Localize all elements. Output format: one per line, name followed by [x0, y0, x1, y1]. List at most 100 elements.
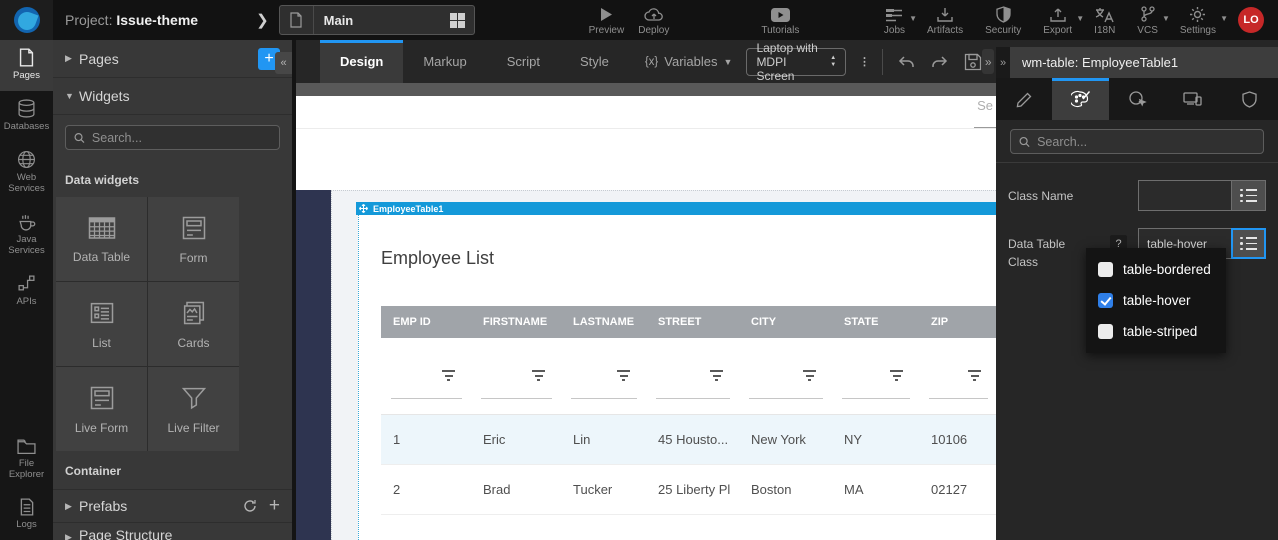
prefabs-section-header[interactable]: ▶ Prefabs + — [53, 489, 292, 523]
selected-widget-label[interactable]: EmployeeTable1 — [356, 202, 996, 215]
column-filter[interactable] — [381, 338, 471, 414]
tab-script[interactable]: Script — [487, 40, 560, 83]
column-filter[interactable] — [739, 338, 832, 414]
filter-input[interactable] — [656, 398, 730, 399]
column-header[interactable]: ZIP — [919, 306, 996, 338]
rail-label: Logs — [16, 520, 37, 531]
widget-tile-live-form[interactable]: Live Form — [56, 367, 147, 451]
move-icon — [359, 204, 368, 213]
save-button[interactable] — [964, 53, 982, 71]
filter-input[interactable] — [391, 398, 462, 399]
rail-item-pages[interactable]: Pages — [0, 40, 53, 91]
column-filter[interactable] — [646, 338, 739, 414]
page-tab-main[interactable]: Main — [279, 5, 475, 35]
widget-tile-label: Data Table — [73, 250, 130, 264]
checkbox[interactable] — [1098, 293, 1113, 308]
rail-item-logs[interactable]: Logs — [0, 490, 53, 540]
column-header[interactable]: CITY — [739, 306, 832, 338]
jobs-menu[interactable]: Jobs ▼ — [884, 5, 905, 36]
rail-item-java-services[interactable]: Java Services — [0, 204, 53, 266]
table-row[interactable]: 2 Brad Tucker 25 Liberty Pl Boston MA 02… — [381, 464, 996, 514]
tab-style[interactable]: Style — [560, 40, 629, 83]
i18n-menu[interactable]: I18N — [1094, 5, 1115, 36]
properties-search-box[interactable] — [1010, 129, 1264, 154]
settings-menu[interactable]: Settings ▼ — [1180, 5, 1216, 36]
tab-devices[interactable] — [1165, 78, 1221, 120]
add-prefab-icon[interactable]: + — [269, 495, 280, 517]
class-name-input[interactable] — [1138, 180, 1231, 211]
expand-right-panel-button[interactable]: » — [982, 49, 994, 74]
tab-security[interactable] — [1222, 78, 1278, 120]
rail-label: APIs — [16, 297, 36, 308]
redo-button[interactable] — [930, 54, 950, 70]
rail-item-apis[interactable]: APIs — [0, 266, 53, 317]
export-menu[interactable]: Export ▼ — [1043, 5, 1072, 36]
class-name-list-button[interactable] — [1231, 180, 1266, 211]
pages-section-header[interactable]: ▶ Pages + — [53, 40, 292, 78]
widget-tile-live-filter[interactable]: Live Filter — [148, 367, 239, 451]
column-header[interactable]: FIRSTNAME — [471, 306, 561, 338]
vcs-menu[interactable]: VCS ▼ — [1137, 5, 1158, 36]
filter-input[interactable] — [749, 398, 823, 399]
option-table-hover[interactable]: table-hover — [1086, 285, 1226, 316]
page-structure-section-header[interactable]: ▶ Page Structure — [53, 523, 292, 540]
preview-button[interactable]: Preview — [589, 5, 625, 36]
panel-expand-icon[interactable]: » — [996, 47, 1010, 78]
checkbox[interactable] — [1098, 262, 1113, 277]
deploy-button[interactable]: Deploy — [638, 5, 669, 36]
more-options-icon[interactable]: ⁝ — [862, 53, 867, 71]
tab-design[interactable]: Design — [320, 40, 403, 83]
variables-menu[interactable]: {x} Variables ▼ — [645, 40, 733, 83]
tab-properties[interactable] — [996, 78, 1052, 120]
filter-input[interactable] — [571, 398, 637, 399]
option-table-bordered[interactable]: table-bordered — [1086, 254, 1226, 285]
widget-tile-label: Live Form — [75, 421, 128, 435]
widgets-section-label: Widgets — [79, 88, 130, 104]
column-filter[interactable] — [919, 338, 996, 414]
column-header[interactable]: LASTNAME — [561, 306, 646, 338]
column-filter[interactable] — [561, 338, 646, 414]
tab-markup[interactable]: Markup — [403, 40, 486, 83]
widget-search-input[interactable] — [92, 131, 271, 145]
tab-styles[interactable] — [1052, 78, 1108, 120]
column-filter[interactable] — [832, 338, 919, 414]
properties-search-input[interactable] — [1037, 135, 1255, 149]
device-selector[interactable]: Laptop with MDPI Screen ▲▼ — [746, 48, 846, 76]
breadcrumb-chevron-icon[interactable]: ❯ — [256, 11, 269, 29]
filter-input[interactable] — [842, 398, 910, 399]
option-table-striped[interactable]: table-striped — [1086, 316, 1226, 347]
column-header[interactable]: STATE — [832, 306, 919, 338]
column-header[interactable]: STREET — [646, 306, 739, 338]
refresh-icon[interactable] — [243, 499, 257, 513]
user-avatar[interactable]: LO — [1238, 7, 1264, 33]
widget-tile-data-table[interactable]: Data Table — [56, 197, 147, 281]
tab-events[interactable] — [1109, 78, 1165, 120]
design-canvas[interactable]: Se EmployeeTable1 Employee List — [296, 83, 996, 540]
artifacts-menu[interactable]: Artifacts — [927, 5, 963, 36]
rail-item-databases[interactable]: Databases — [0, 91, 53, 142]
column-header[interactable]: EMP ID — [381, 306, 471, 338]
layout-grid-icon[interactable] — [450, 13, 465, 28]
rail-item-web-services[interactable]: Web Services — [0, 142, 53, 204]
checkbox[interactable] — [1098, 324, 1113, 339]
widgets-section-header[interactable]: ▼ Widgets — [53, 78, 292, 115]
undo-button[interactable] — [896, 54, 916, 70]
widget-tile-list[interactable]: List — [56, 282, 147, 366]
tutorials-button[interactable]: Tutorials — [761, 5, 799, 36]
filter-input[interactable] — [481, 398, 552, 399]
security-menu[interactable]: Security — [985, 5, 1021, 36]
table-row[interactable]: 1 Eric Lin 45 Housto... New York NY 1010… — [381, 414, 996, 464]
widget-tile-form[interactable]: Form — [148, 197, 239, 281]
filter-input[interactable] — [929, 398, 988, 399]
table-cell: New York — [739, 414, 832, 464]
rail-item-file-explorer[interactable]: File Explorer — [0, 430, 53, 490]
widget-tile-cards[interactable]: Cards — [148, 282, 239, 366]
log-file-icon — [19, 498, 35, 516]
datatable-widget[interactable]: Employee List EMP ID FIRSTNAME LASTNAME … — [358, 215, 996, 540]
data-table-class-list-button[interactable] — [1231, 228, 1266, 259]
column-filter[interactable] — [471, 338, 561, 414]
widget-search-box[interactable] — [65, 125, 280, 150]
collapse-panel-button[interactable]: « — [275, 52, 292, 74]
option-label: table-bordered — [1123, 262, 1211, 277]
app-logo[interactable] — [0, 0, 53, 40]
